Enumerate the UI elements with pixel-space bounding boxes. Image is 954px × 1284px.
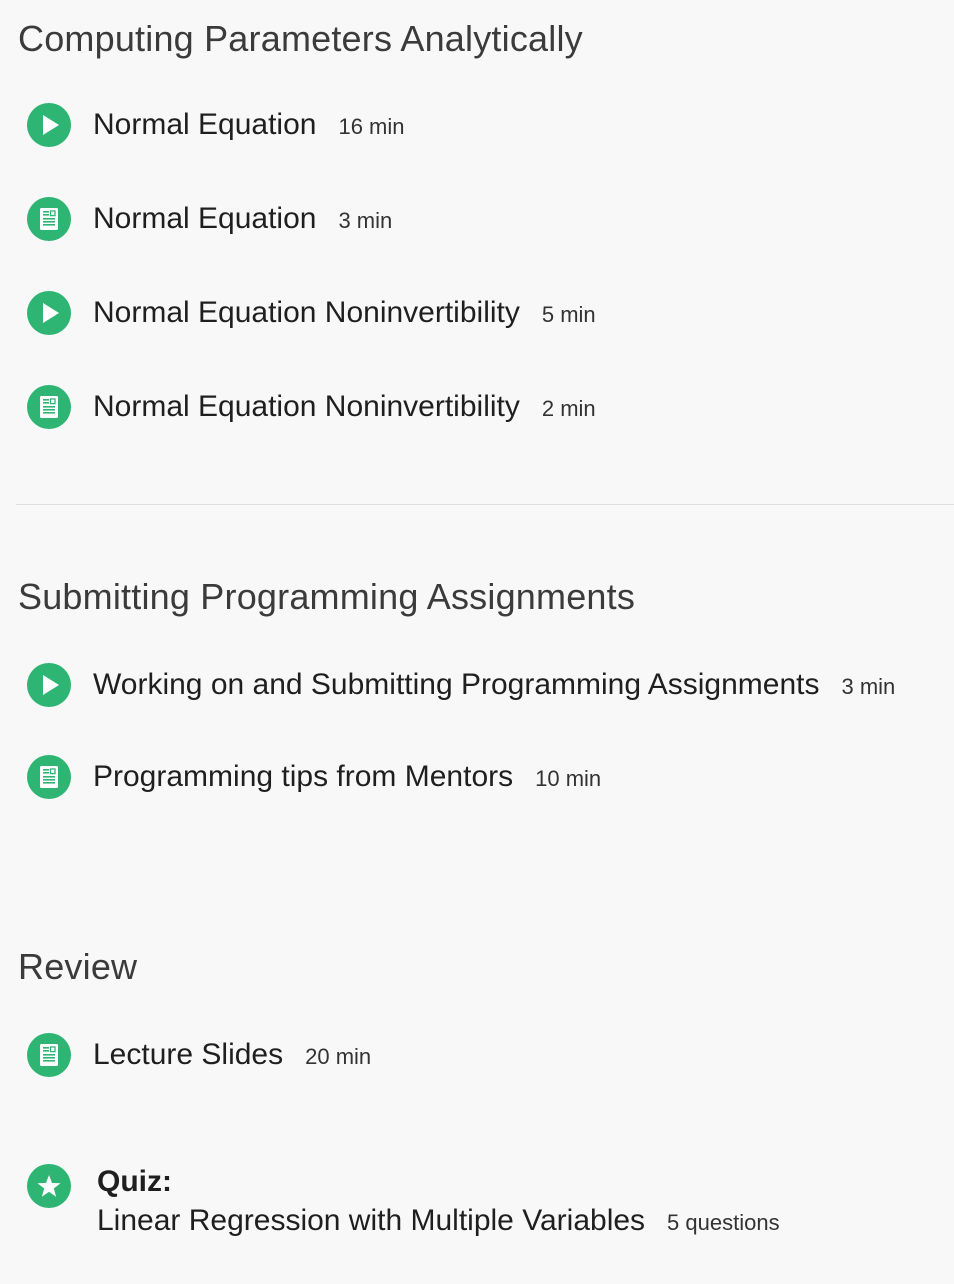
lesson-duration: 10 min <box>535 766 602 791</box>
lesson-title: Normal Equation <box>93 202 317 235</box>
lesson-item-reading[interactable]: Normal Equation Noninvertibility 2 min <box>27 385 596 429</box>
play-icon <box>27 663 71 707</box>
lesson-duration: 20 min <box>305 1044 372 1069</box>
section-title: Submitting Programming Assignments <box>18 576 636 617</box>
quiz-label: Quiz: <box>97 1165 172 1198</box>
lesson-title: Lecture Slides <box>93 1038 284 1071</box>
quiz-line: Linear Regression with Multiple Variable… <box>97 1204 780 1238</box>
section-title: Computing Parameters Analytically <box>18 18 583 59</box>
quiz-question-count: 5 questions <box>667 1210 780 1235</box>
reading-icon <box>27 755 71 799</box>
lesson-duration: 16 min <box>338 114 405 139</box>
lesson-item-reading[interactable]: Normal Equation 3 min <box>27 197 392 241</box>
lesson-duration: 3 min <box>338 208 393 233</box>
reading-icon <box>27 385 71 429</box>
lesson-duration: 5 min <box>541 302 596 327</box>
lesson-title: Normal Equation <box>93 108 317 141</box>
lesson-title: Programming tips from Mentors <box>93 760 514 793</box>
section-title: Review <box>18 946 138 987</box>
section-divider <box>16 504 954 505</box>
star-icon <box>27 1164 71 1208</box>
play-icon <box>27 103 71 147</box>
lesson-duration: 3 min <box>841 674 896 699</box>
lesson-item-video[interactable]: Normal Equation Noninvertibility 5 min <box>27 291 596 335</box>
lesson-item-reading[interactable]: Programming tips from Mentors 10 min <box>27 755 601 799</box>
lesson-title: Normal Equation Noninvertibility <box>93 390 520 423</box>
lesson-item-reading[interactable]: Lecture Slides 20 min <box>27 1033 371 1077</box>
lesson-title: Normal Equation Noninvertibility <box>93 296 520 329</box>
lesson-item-video[interactable]: Working on and Submitting Programming As… <box>27 663 895 707</box>
lesson-duration: 2 min <box>541 396 596 421</box>
play-icon <box>27 291 71 335</box>
lesson-item-video[interactable]: Normal Equation 16 min <box>27 103 405 147</box>
reading-icon <box>27 1033 71 1077</box>
reading-icon <box>27 197 71 241</box>
lesson-title: Working on and Submitting Programming As… <box>93 668 820 701</box>
quiz-title[interactable]: Linear Regression with Multiple Variable… <box>97 1204 645 1238</box>
